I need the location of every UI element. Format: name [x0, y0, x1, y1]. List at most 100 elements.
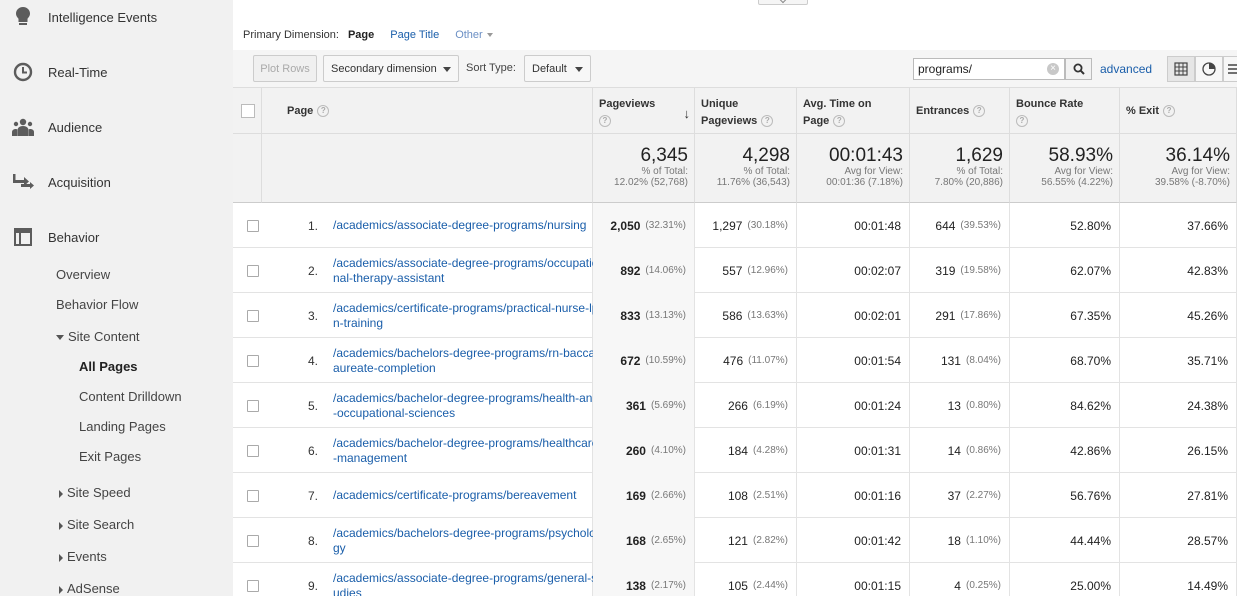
sort-type-dropdown[interactable]: Default	[524, 55, 591, 82]
row-index: 8.	[308, 533, 319, 548]
row-exit: 24.38%	[1120, 383, 1237, 428]
row-checkbox[interactable]	[246, 444, 259, 457]
nav-real-time[interactable]: Real-Time	[0, 52, 233, 92]
plot-rows-button[interactable]: Plot Rows	[253, 55, 317, 82]
table-row: 3. /academics/certificate-programs/pract…	[233, 293, 1237, 338]
unique-pageviews-percent: (30.18%)	[747, 220, 788, 231]
page-path-link[interactable]: /academics/associate-degree-programs/gen…	[333, 571, 601, 596]
header-unique-pageviews[interactable]: Unique Pageviews?	[695, 88, 797, 134]
page-path-link[interactable]: /academics/bachelors-degree-programs/psy…	[333, 526, 601, 556]
table-toolbar: Plot Rows Secondary dimension Sort Type:…	[233, 50, 1237, 88]
avg-time-value: 00:01:54	[854, 353, 901, 368]
list-icon	[1228, 64, 1237, 74]
row-entrances: 291 (17.86%)	[910, 293, 1010, 338]
bounce-rate-value: 42.86%	[1070, 443, 1111, 458]
nav-site-content[interactable]: Site Content	[56, 329, 140, 344]
nav-behavior[interactable]: Behavior	[0, 217, 233, 257]
page-path-link[interactable]: /academics/associate-degree-programs/nur…	[333, 218, 601, 233]
row-pageviews: 672 (10.59%)	[593, 338, 695, 383]
nav-events[interactable]: Events	[59, 549, 107, 564]
row-unique-pageviews: 557 (12.96%)	[695, 248, 797, 293]
help-icon[interactable]: ?	[761, 115, 774, 128]
header-pageviews[interactable]: Pageviews? ↓	[593, 88, 695, 134]
pageviews-percent: (2.66%)	[650, 490, 686, 501]
nav-landing-pages[interactable]: Landing Pages	[79, 419, 166, 434]
unique-pageviews-value: 105	[727, 578, 748, 593]
page-path-link[interactable]: /academics/bachelor-degree-programs/heal…	[333, 436, 601, 466]
pie-view-button[interactable]	[1195, 56, 1223, 82]
total-caption: Avg for View:	[844, 166, 903, 177]
total-exit: 36.14% Avg for View: 39.58% (-8.70%)	[1120, 134, 1237, 203]
page-path-link[interactable]: /academics/bachelor-degree-programs/heal…	[333, 391, 601, 421]
nav-site-speed[interactable]: Site Speed	[59, 485, 131, 500]
nav-audience[interactable]: Audience	[0, 107, 233, 147]
row-page-cell: 5. /academics/bachelor-degree-programs/h…	[262, 383, 613, 428]
row-pageviews: 892 (14.06%)	[593, 248, 695, 293]
dimension-other[interactable]: Other	[455, 29, 493, 41]
row-exit: 26.15%	[1120, 428, 1237, 473]
nav-behavior-flow[interactable]: Behavior Flow	[56, 297, 138, 312]
total-caption: % of Total:	[743, 166, 790, 177]
row-unique-pageviews: 586 (13.63%)	[695, 293, 797, 338]
header-exit[interactable]: % Exit?	[1120, 88, 1237, 134]
unique-pageviews-percent: (6.19%)	[752, 400, 788, 411]
nav-all-pages[interactable]: All Pages	[79, 359, 138, 374]
nav-content-drilldown[interactable]: Content Drilldown	[79, 389, 182, 404]
avg-time-value: 00:01:42	[854, 533, 901, 548]
row-checkbox[interactable]	[246, 489, 259, 502]
nav-intelligence-events[interactable]: Intelligence Events	[0, 0, 233, 37]
dimension-page[interactable]: Page	[348, 29, 374, 41]
row-checkbox[interactable]	[246, 354, 259, 367]
row-checkbox[interactable]	[246, 264, 259, 277]
page-path-link[interactable]: /academics/associate-degree-programs/occ…	[333, 256, 601, 286]
row-checkbox[interactable]	[246, 309, 259, 322]
row-checkbox[interactable]	[246, 579, 259, 592]
header-avg-time[interactable]: Avg. Time on Page?	[797, 88, 910, 134]
row-bounce-rate: 56.76%	[1010, 473, 1120, 518]
header-entrances[interactable]: Entrances?	[910, 88, 1010, 134]
entrances-percent: (1.10%)	[965, 535, 1001, 546]
unique-pageviews-value: 266	[727, 398, 748, 413]
help-icon[interactable]: ?	[1016, 115, 1028, 128]
row-checkbox[interactable]	[246, 534, 259, 547]
page-path-link[interactable]: /academics/certificate-programs/practica…	[333, 301, 601, 331]
page-path-link[interactable]: /academics/certificate-programs/bereavem…	[333, 488, 601, 503]
table-search-input[interactable]	[913, 58, 1065, 80]
page-path-link[interactable]: /academics/bachelors-degree-programs/rn-…	[333, 346, 601, 376]
nav-exit-pages[interactable]: Exit Pages	[79, 449, 141, 464]
help-icon[interactable]: ?	[1163, 105, 1176, 118]
row-checkbox[interactable]	[246, 399, 259, 412]
bounce-rate-value: 68.70%	[1070, 353, 1111, 368]
search-button[interactable]	[1065, 58, 1092, 80]
header-page[interactable]: Page?	[262, 88, 593, 134]
pageviews-value: 169	[625, 488, 646, 503]
row-bounce-rate: 62.07%	[1010, 248, 1120, 293]
secondary-dimension-dropdown[interactable]: Secondary dimension	[323, 55, 459, 82]
nav-site-search[interactable]: Site Search	[59, 517, 134, 532]
help-icon[interactable]: ?	[973, 105, 986, 118]
list-view-button[interactable]	[1223, 56, 1237, 82]
unique-pageviews-percent: (2.82%)	[752, 535, 788, 546]
nav-overview[interactable]: Overview	[56, 267, 110, 282]
entrances-percent: (0.86%)	[965, 445, 1001, 456]
dimension-page-title[interactable]: Page Title	[390, 29, 439, 41]
collapse-chart-toggle[interactable]	[758, 0, 808, 5]
row-exit: 27.81%	[1120, 473, 1237, 518]
header-label: Unique	[701, 98, 739, 110]
clock-icon	[12, 61, 34, 83]
avg-time-value: 00:02:01	[854, 308, 901, 323]
table-view-button[interactable]	[1167, 56, 1195, 82]
nav-acquisition[interactable]: Acquisition	[0, 162, 233, 202]
advanced-filter-link[interactable]: advanced	[1100, 62, 1152, 76]
nav-label: Audience	[48, 119, 103, 135]
clear-search-icon[interactable]: ×	[1047, 63, 1059, 75]
help-icon[interactable]: ?	[833, 115, 846, 128]
bounce-rate-value: 62.07%	[1070, 263, 1111, 278]
nav-adsense[interactable]: AdSense	[59, 581, 120, 596]
header-bounce-rate[interactable]: Bounce Rate?	[1010, 88, 1120, 134]
row-checkbox[interactable]	[246, 219, 259, 232]
row-select-cell	[233, 383, 262, 428]
help-icon[interactable]: ?	[317, 105, 330, 118]
help-icon[interactable]: ?	[599, 115, 611, 128]
select-all-checkbox[interactable]	[241, 104, 255, 118]
